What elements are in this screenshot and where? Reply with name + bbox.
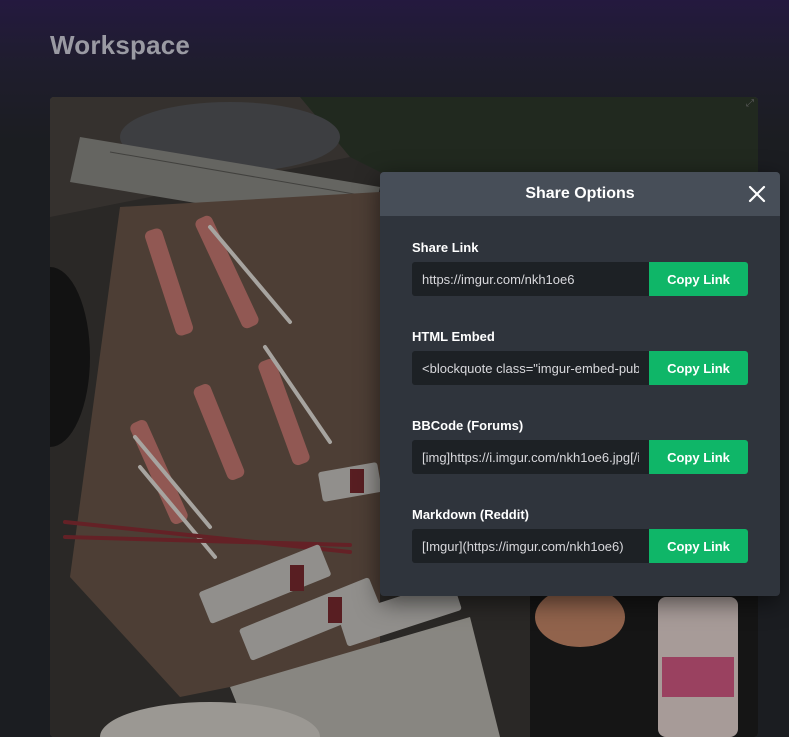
markdown-label: Markdown (Reddit)	[412, 507, 529, 522]
html-embed-section: HTML Embed Copy Link	[412, 305, 748, 394]
share-link-input[interactable]	[412, 262, 649, 296]
copy-markdown-button[interactable]: Copy Link	[649, 529, 748, 563]
share-link-row: Copy Link	[412, 262, 748, 296]
modal-header: Share Options	[380, 172, 780, 216]
share-options-modal: Share Options Share Link Copy Link HTML …	[380, 172, 780, 596]
html-embed-label: HTML Embed	[412, 329, 495, 344]
modal-title: Share Options	[525, 185, 635, 202]
html-embed-input[interactable]	[412, 351, 649, 385]
bbcode-label: BBCode (Forums)	[412, 418, 524, 433]
bbcode-section: BBCode (Forums) Copy Link	[412, 394, 748, 483]
markdown-section: Markdown (Reddit) Copy Link	[412, 483, 748, 572]
markdown-input[interactable]	[412, 529, 649, 563]
close-icon[interactable]	[746, 183, 768, 205]
copy-html-embed-button[interactable]: Copy Link	[649, 351, 748, 385]
share-link-section: Share Link Copy Link	[412, 216, 748, 305]
bbcode-input[interactable]	[412, 440, 649, 474]
resize-handle-icon[interactable]: ⤢	[746, 99, 756, 109]
bbcode-row: Copy Link	[412, 440, 748, 474]
modal-body: Share Link Copy Link HTML Embed Copy Lin…	[380, 216, 780, 572]
copy-share-link-button[interactable]: Copy Link	[649, 262, 748, 296]
page-title: Workspace	[50, 30, 191, 60]
markdown-row: Copy Link	[412, 529, 748, 563]
copy-bbcode-button[interactable]: Copy Link	[649, 440, 748, 474]
share-link-label: Share Link	[412, 240, 479, 255]
html-embed-row: Copy Link	[412, 351, 748, 385]
